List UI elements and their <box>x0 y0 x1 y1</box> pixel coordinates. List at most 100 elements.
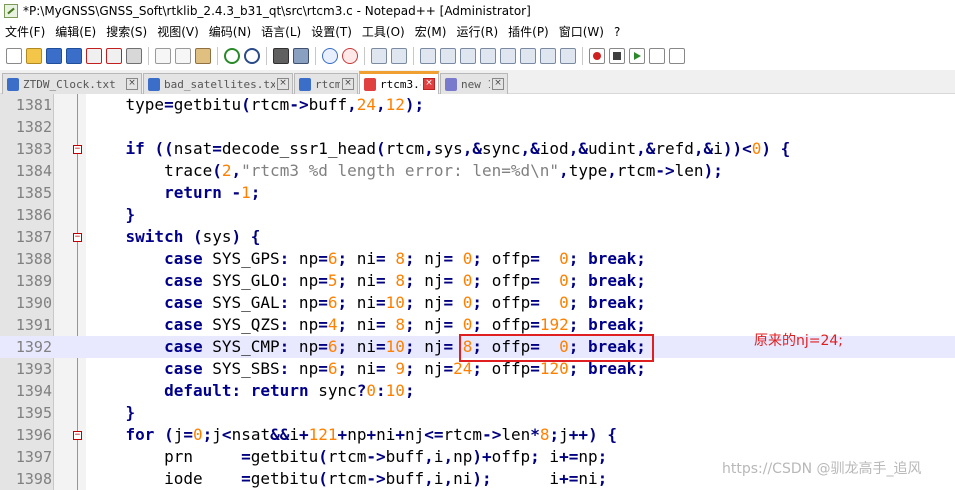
new-file-icon[interactable] <box>6 48 22 64</box>
code-token: iod <box>539 139 569 158</box>
copy-icon[interactable] <box>175 48 191 64</box>
code-token: np <box>578 447 598 466</box>
monitor-icon[interactable] <box>560 48 576 64</box>
code-line[interactable]: 1386 } <box>0 204 955 226</box>
code-line[interactable]: 1387 − switch (sys) { <box>0 226 955 248</box>
code-token: 0 <box>462 249 473 268</box>
code-token: = <box>318 359 328 378</box>
close-all-icon[interactable] <box>106 48 122 64</box>
code-token: = <box>443 249 454 268</box>
close-icon[interactable]: × <box>126 78 138 90</box>
code-token: rtcm <box>443 425 483 444</box>
code-line[interactable]: 1383− if ((nsat=decode_ssr1_head(rtcm,sy… <box>0 138 955 160</box>
code-token: udint <box>587 139 637 158</box>
code-token: ; <box>337 249 348 268</box>
code-line[interactable]: 1394 default: return sync?0:10; <box>0 380 955 402</box>
menu-item[interactable]: 语言(L) <box>256 22 306 42</box>
paste-icon[interactable] <box>195 48 211 64</box>
save-all-icon[interactable] <box>66 48 82 64</box>
code-token: ni <box>347 271 377 290</box>
file-tab[interactable]: new 1× <box>440 73 508 94</box>
menu-item[interactable]: 文件(F) <box>0 22 50 42</box>
print-icon[interactable] <box>126 48 142 64</box>
code-token: ni <box>347 249 377 268</box>
zoom-in-icon[interactable] <box>322 48 338 64</box>
close-icon[interactable]: × <box>492 78 504 90</box>
sync-horizontal-icon[interactable] <box>391 48 407 64</box>
code-token: ; <box>404 271 415 290</box>
fold-toggle-icon[interactable]: − <box>73 145 82 154</box>
code-line[interactable]: 1390 case SYS_GAL: np=6; ni=10; nj= 0; o… <box>0 292 955 314</box>
menu-item[interactable]: 编码(N) <box>204 22 256 42</box>
fold-toggle-icon[interactable]: − <box>73 431 82 440</box>
code-token: ; <box>337 337 348 356</box>
function-list-icon[interactable] <box>520 48 536 64</box>
indent-guide-icon[interactable] <box>460 48 476 64</box>
open-file-icon[interactable] <box>26 48 42 64</box>
close-icon[interactable]: × <box>342 78 354 90</box>
fold-toggle-icon[interactable]: − <box>73 233 82 242</box>
code-text: case SYS_GAL: np=6; ni=10; nj= 0; offp= … <box>87 292 646 314</box>
code-editor[interactable]: 1381 type=getbitu(rtcm->buff,24,12); 1382… <box>0 94 955 490</box>
menu-item[interactable]: 运行(R) <box>451 22 503 42</box>
show-all-chars-icon[interactable] <box>440 48 456 64</box>
find-icon[interactable] <box>273 48 289 64</box>
code-line[interactable]: 1389 case SYS_GLO: np=5; ni= 8; nj= 0; o… <box>0 270 955 292</box>
record-macro-icon[interactable] <box>589 48 605 64</box>
menu-item[interactable]: 设置(T) <box>306 22 357 42</box>
code-text: case SYS_GLO: np=5; ni= 8; nj= 0; offp= … <box>87 270 646 292</box>
zoom-out-icon[interactable] <box>342 48 358 64</box>
code-line[interactable]: 1388 case SYS_GPS: np=6; ni= 8; nj= 0; o… <box>0 248 955 270</box>
menu-item[interactable]: ? <box>609 22 625 42</box>
code-token: ,& <box>693 139 714 158</box>
save-macro-icon[interactable] <box>669 48 685 64</box>
code-token: ; <box>568 271 579 290</box>
menu-item[interactable]: 视图(V) <box>152 22 204 42</box>
code-line[interactable]: 1382 <box>0 116 955 138</box>
code-line[interactable]: 1381 type=getbitu(rtcm->buff,24,12); <box>0 94 955 116</box>
file-tab[interactable]: ZTDW_Clock.txt × <box>2 73 142 94</box>
code-token: break <box>588 293 637 312</box>
undo-icon[interactable] <box>224 48 240 64</box>
code-token: nj <box>414 249 444 268</box>
file-tab[interactable]: bad_satellites.txt × <box>143 73 293 94</box>
code-token: offp <box>482 249 531 268</box>
file-tab[interactable]: rtcm3.c× <box>359 71 439 94</box>
code-line[interactable]: 1396− for (j=0;j<nsat&&i+121+np+ni+nj<=r… <box>0 424 955 446</box>
sync-vertical-icon[interactable] <box>371 48 387 64</box>
code-token: i <box>289 425 299 444</box>
replace-icon[interactable] <box>293 48 309 64</box>
cut-icon[interactable] <box>155 48 171 64</box>
word-wrap-icon[interactable] <box>420 48 436 64</box>
close-icon[interactable]: × <box>423 78 435 90</box>
code-token: , <box>231 161 242 180</box>
play-macro-icon[interactable] <box>629 48 645 64</box>
doc-map-icon[interactable] <box>500 48 516 64</box>
code-token: nj <box>414 315 444 334</box>
menu-item[interactable]: 窗口(W) <box>554 22 609 42</box>
menu-item[interactable]: 插件(P) <box>503 22 554 42</box>
code-token: sys <box>433 139 463 158</box>
code-line[interactable]: 1395 } <box>0 402 955 424</box>
menu-item[interactable]: 搜索(S) <box>101 22 152 42</box>
close-file-icon[interactable] <box>86 48 102 64</box>
code-token: ni <box>347 293 377 312</box>
redo-icon[interactable] <box>244 48 260 64</box>
udl-icon[interactable] <box>480 48 496 64</box>
code-line[interactable]: 1384 trace(2,"rtcm3 %d length error: len… <box>0 160 955 182</box>
menu-item[interactable]: 宏(M) <box>410 22 452 42</box>
folder-workspace-icon[interactable] <box>540 48 556 64</box>
menu-item[interactable]: 编辑(E) <box>50 22 101 42</box>
code-line[interactable]: 1385 return -1; <box>0 182 955 204</box>
save-icon[interactable] <box>46 48 62 64</box>
close-icon[interactable]: × <box>277 78 289 90</box>
stop-record-icon[interactable] <box>609 48 625 64</box>
code-token: nj <box>414 271 444 290</box>
code-token: = <box>376 271 386 290</box>
file-tab[interactable]: rtcm3.c× <box>294 73 358 94</box>
menu-item[interactable]: 工具(O) <box>357 22 410 42</box>
run-macro-multiple-icon[interactable] <box>649 48 665 64</box>
